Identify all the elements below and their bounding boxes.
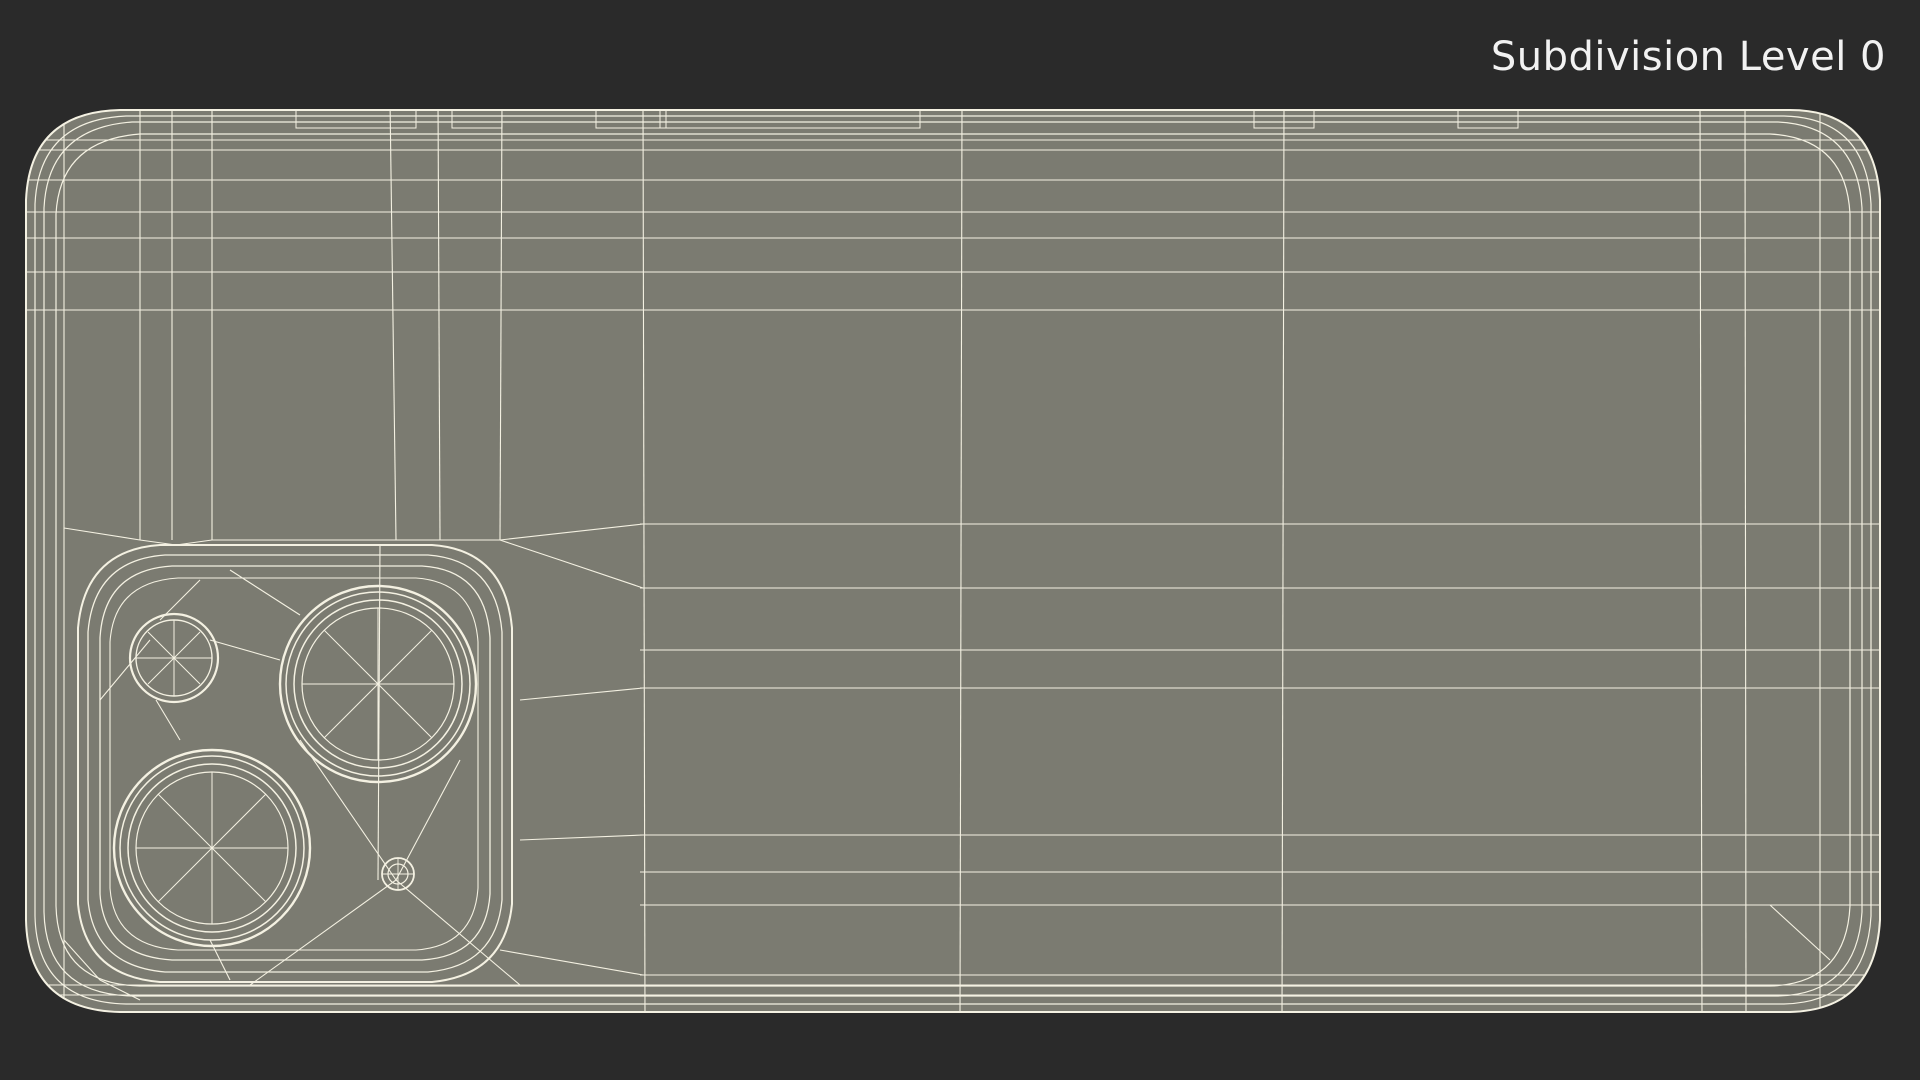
3d-viewport[interactable]: Subdivision Level 0: [0, 0, 1920, 1080]
phone-wireframe-model[interactable]: [0, 0, 1920, 1080]
ultrawide-lens: [112, 748, 312, 948]
main-lens: [278, 584, 478, 784]
phone-body: [25, 109, 1881, 1013]
microphone: [381, 857, 415, 891]
subdivision-level-label: Subdivision Level 0: [1490, 34, 1886, 80]
flash: [128, 612, 220, 704]
